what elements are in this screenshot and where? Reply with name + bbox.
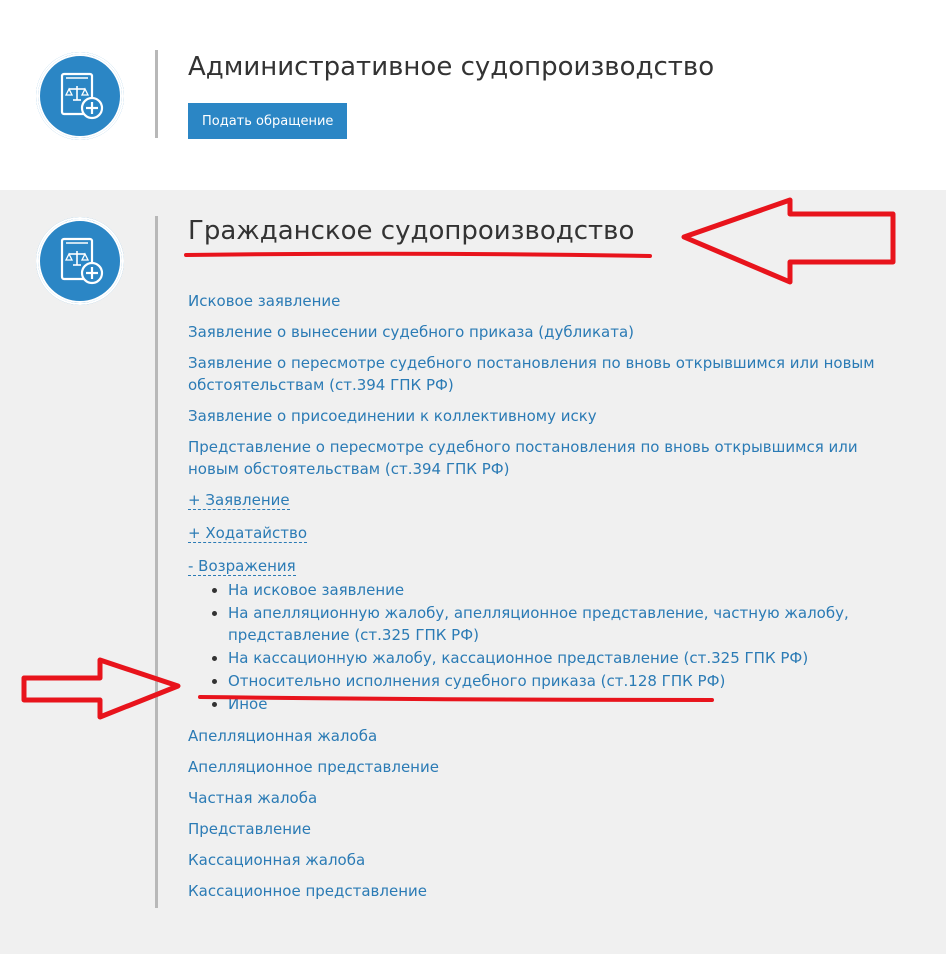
list-item: Исковое заявление xyxy=(188,290,888,312)
objection-court-order-link[interactable]: Относительно исполнения судебного приказ… xyxy=(228,672,725,690)
list-item: На кассационную жалобу, кассационное пре… xyxy=(228,647,888,669)
toggle-motions[interactable]: + Ходатайство xyxy=(188,524,308,543)
list-item: Заявление о вынесении судебного приказа … xyxy=(188,321,888,343)
list-item: На исковое заявление xyxy=(228,579,888,601)
list-item: + Ходатайство xyxy=(188,522,888,544)
list-item: Кассационное представление xyxy=(188,880,888,902)
toggle-applications[interactable]: + Заявление xyxy=(188,491,290,510)
objection-other-link[interactable]: Иное xyxy=(228,695,267,713)
objection-appeal-link[interactable]: На апелляционную жалобу, апелляционное п… xyxy=(228,604,849,644)
list-item: Частная жалоба xyxy=(188,787,888,809)
objection-cassation-link[interactable]: На кассационную жалобу, кассационное пре… xyxy=(228,649,808,667)
list-item: Кассационная жалоба xyxy=(188,849,888,871)
link-court-order-application[interactable]: Заявление о вынесении судебного приказа … xyxy=(188,323,634,341)
link-cassation-submission[interactable]: Кассационное представление xyxy=(188,882,427,900)
toggle-objections[interactable]: - Возражения xyxy=(188,557,296,576)
link-appeal-submission[interactable]: Апелляционное представление xyxy=(188,758,439,776)
link-submission[interactable]: Представление xyxy=(188,820,311,838)
objections-sublist: На исковое заявление На апелляционную жа… xyxy=(188,579,888,715)
section-divider xyxy=(155,50,158,138)
list-item: Представление xyxy=(188,818,888,840)
law-book-add-icon xyxy=(36,52,124,140)
list-item: Относительно исполнения судебного приказ… xyxy=(228,670,888,692)
link-cassation-complaint[interactable]: Кассационная жалоба xyxy=(188,851,365,869)
law-book-add-icon xyxy=(36,217,124,305)
link-appeal[interactable]: Апелляционная жалоба xyxy=(188,727,377,745)
objection-claim-link[interactable]: На исковое заявление xyxy=(228,581,404,599)
link-class-action-join[interactable]: Заявление о присоединении к коллективном… xyxy=(188,407,597,425)
list-item: Заявление о пересмотре судебного постано… xyxy=(188,352,888,396)
link-review-application[interactable]: Заявление о пересмотре судебного постано… xyxy=(188,354,875,394)
civil-links-list: Исковое заявление Заявление о вынесении … xyxy=(188,290,888,911)
list-item: - Возражения На исковое заявление На апе… xyxy=(188,555,888,715)
link-private-complaint[interactable]: Частная жалоба xyxy=(188,789,317,807)
link-claim[interactable]: Исковое заявление xyxy=(188,292,340,310)
submit-appeal-button[interactable]: Подать обращение xyxy=(188,103,348,139)
civil-section-title: Гражданское судопроизводство xyxy=(188,216,635,246)
list-item: Иное xyxy=(228,693,888,715)
list-item: Представление о пересмотре судебного пос… xyxy=(188,436,888,480)
admin-section-title: Административное судопроизводство xyxy=(188,52,715,82)
section-divider xyxy=(155,216,158,908)
list-item: + Заявление xyxy=(188,489,888,511)
list-item: На апелляционную жалобу, апелляционное п… xyxy=(228,602,888,646)
list-item: Апелляционное представление xyxy=(188,756,888,778)
list-item: Заявление о присоединении к коллективном… xyxy=(188,405,888,427)
list-item: Апелляционная жалоба xyxy=(188,725,888,747)
link-review-submission[interactable]: Представление о пересмотре судебного пос… xyxy=(188,438,858,478)
admin-section: Административное судопроизводство Подать… xyxy=(0,0,946,190)
civil-section: Гражданское судопроизводство Исковое зая… xyxy=(0,190,946,954)
